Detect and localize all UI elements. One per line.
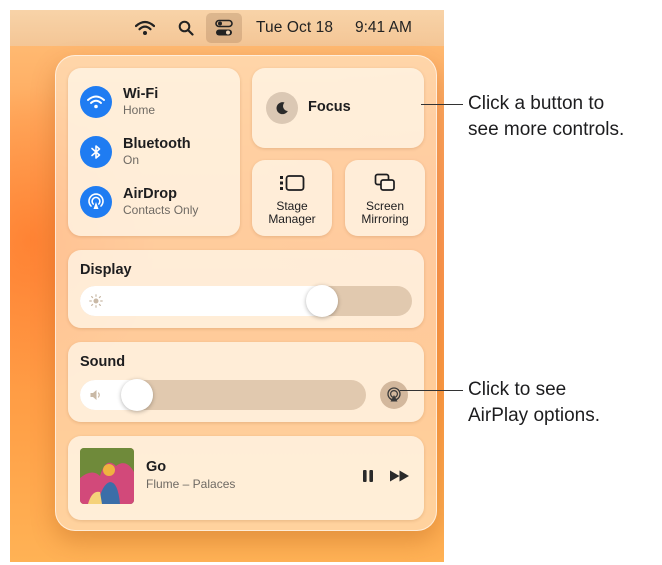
bluetooth-title: Bluetooth <box>123 136 191 152</box>
sound-module: Sound <box>68 342 424 422</box>
next-track-icon[interactable] <box>387 466 413 486</box>
callout-airplay-line1: Click to see <box>468 379 567 400</box>
album-art[interactable] <box>80 448 134 504</box>
callout-line-airplay <box>400 390 463 392</box>
callout-buttons-line1: Click a button to <box>468 93 605 114</box>
brightness-slider[interactable] <box>80 285 412 317</box>
volume-slider-knob[interactable] <box>121 379 154 411</box>
screen-mirroring-icon <box>374 172 396 194</box>
menubar-time[interactable]: 9:41 AM <box>355 10 412 46</box>
control-center-panel: Wi-Fi Home Bluetooth On AirDrop Contacts… <box>55 55 437 531</box>
bluetooth-icon[interactable] <box>80 136 112 168</box>
airdrop-title: AirDrop <box>123 186 177 202</box>
wifi-icon[interactable] <box>132 10 158 46</box>
stage-manager-label-2: Manager <box>268 212 316 226</box>
control-center-icon[interactable] <box>206 13 242 43</box>
bluetooth-status: On <box>123 153 140 167</box>
callout-buttons: Click a button to see more controls. <box>468 91 624 143</box>
menu-bar: Tue Oct 18 9:41 AM <box>10 10 444 46</box>
volume-slider[interactable] <box>80 379 366 411</box>
moon-icon <box>266 92 298 124</box>
display-module: Display <box>68 250 424 328</box>
song-title: Go <box>146 459 167 475</box>
now-playing-module: Go Flume – Palaces <box>68 436 424 520</box>
wifi-network: Home <box>123 103 156 117</box>
airdrop-icon[interactable] <box>80 186 112 218</box>
display-title: Display <box>80 262 132 278</box>
callout-airplay: Click to see AirPlay options. <box>468 377 600 429</box>
airplay-icon[interactable] <box>380 381 408 409</box>
callout-buttons-line2: see more controls. <box>468 119 625 140</box>
menubar-date[interactable]: Tue Oct 18 <box>256 10 333 46</box>
airdrop-control[interactable]: AirDrop Contacts Only <box>80 182 198 222</box>
wifi-control[interactable]: Wi-Fi Home <box>80 82 158 122</box>
speaker-icon <box>89 388 103 402</box>
stage-manager-button[interactable]: Stage Manager <box>252 160 332 236</box>
airdrop-status: Contacts Only <box>123 203 199 217</box>
bluetooth-control[interactable]: Bluetooth On <box>80 132 191 172</box>
screen-mirroring-label-2: Mirroring <box>361 212 409 226</box>
brightness-slider-fill <box>80 286 339 316</box>
focus-button[interactable]: Focus <box>252 68 424 148</box>
desktop-screen: Tue Oct 18 9:41 AM Wi-Fi Home Bluetooth … <box>10 10 444 562</box>
focus-label: Focus <box>308 99 351 115</box>
search-icon[interactable] <box>174 10 198 46</box>
callout-airplay-line2: AirPlay options. <box>468 405 601 426</box>
sun-icon <box>89 294 103 308</box>
song-artist: Flume – Palaces <box>146 477 236 491</box>
pause-icon[interactable] <box>358 466 378 486</box>
screen-mirroring-button[interactable]: Screen Mirroring <box>345 160 425 236</box>
callout-line-buttons <box>421 104 463 106</box>
wifi-title: Wi-Fi <box>123 86 159 102</box>
connectivity-module: Wi-Fi Home Bluetooth On AirDrop Contacts… <box>68 68 240 236</box>
brightness-slider-knob[interactable] <box>306 285 339 317</box>
sound-title: Sound <box>80 354 126 370</box>
wifi-toggle-icon[interactable] <box>80 86 112 118</box>
stage-manager-icon <box>279 172 305 194</box>
